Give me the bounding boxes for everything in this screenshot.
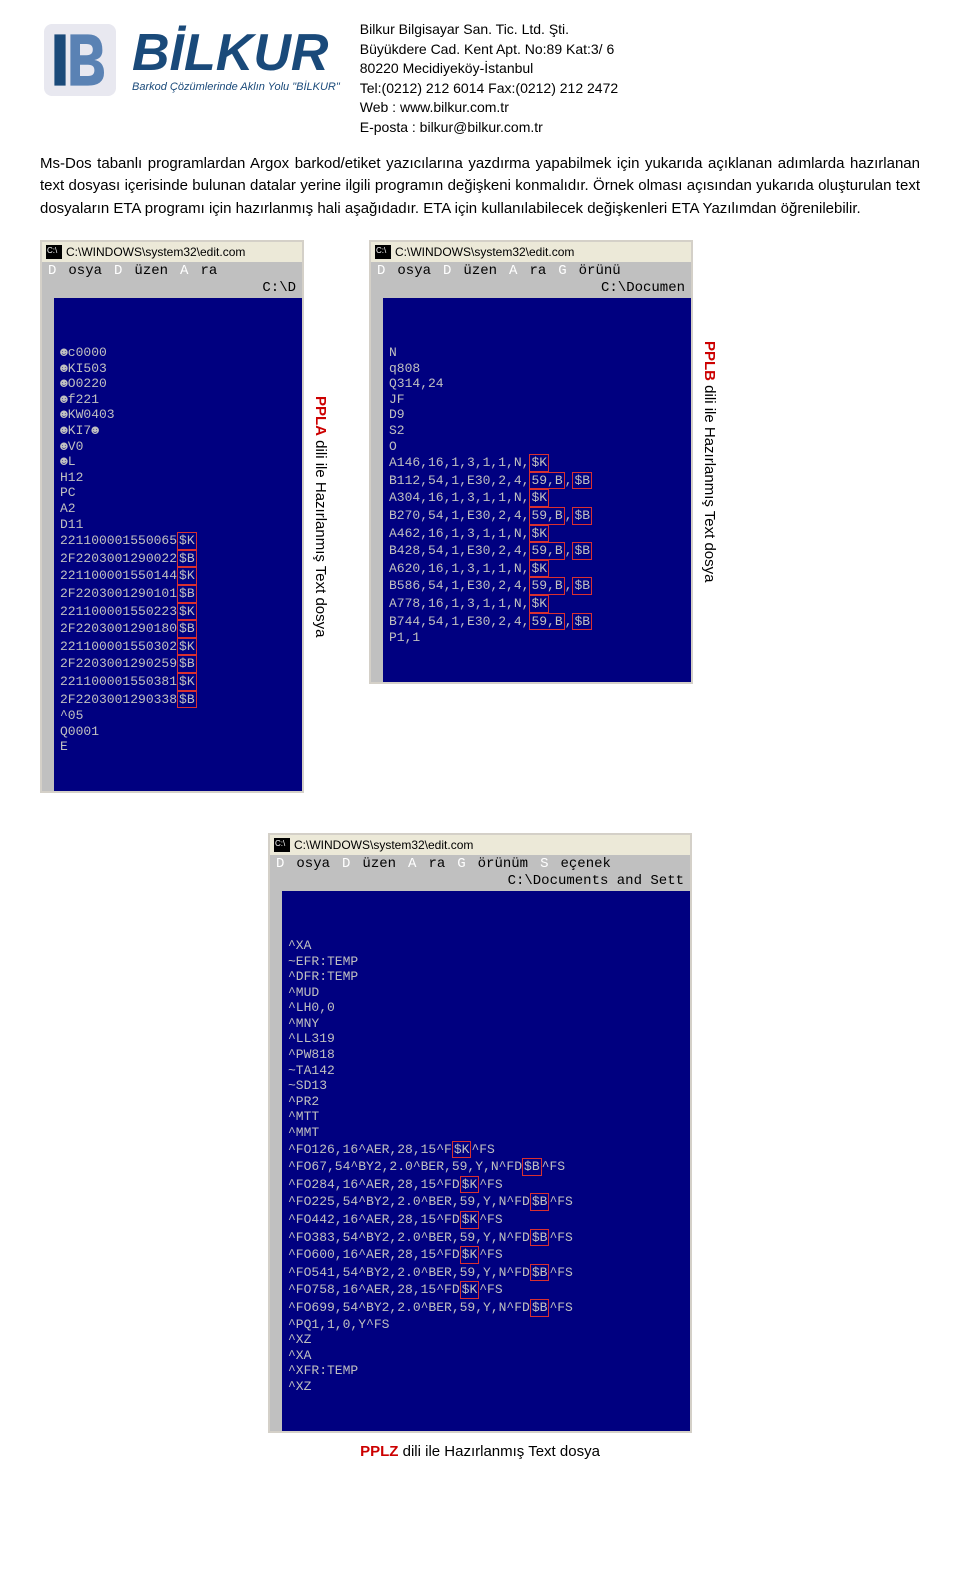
- company-line: Büyükdere Cad. Kent Apt. No:89 Kat:3/ 6: [360, 40, 920, 60]
- logo-text: BİLKUR Barkod Çözümlerinde Aklın Yolu "B…: [132, 27, 340, 93]
- pplz-editor: C:\WINDOWS\system32\edit.com DosyaDüzenA…: [268, 833, 692, 1433]
- pplb-editor: C:\WINDOWS\system32\edit.com DosyaDüzenA…: [369, 240, 693, 684]
- brand-name: BİLKUR: [132, 27, 340, 79]
- main-paragraph: Ms-Dos tabanlı programlardan Argox barko…: [40, 153, 920, 221]
- ppla-editor: C:\WINDOWS\system32\edit.com DosyaDüzenA…: [40, 240, 304, 793]
- editor-body: ^XA ~EFR:TEMP ^DFR:TEMP ^MUD ^LH0,0 ^MNY…: [270, 891, 690, 1431]
- pplz-section: C:\WINDOWS\system32\edit.com DosyaDüzenA…: [40, 833, 920, 1460]
- cmd-icon: [375, 245, 391, 259]
- company-info: Bilkur Bilgisayar San. Tic. Ltd. Şti. Bü…: [360, 20, 920, 138]
- ppla-label: PPLA dili ile Hazırlanmış Text dosya: [312, 396, 329, 637]
- company-line: Tel:(0212) 212 6014 Fax:(0212) 212 2472: [360, 79, 920, 99]
- pplb-group: C:\WINDOWS\system32\edit.com DosyaDüzenA…: [369, 240, 718, 684]
- titlebar: C:\WINDOWS\system32\edit.com: [371, 242, 691, 262]
- bilkur-logo-icon: [40, 20, 120, 100]
- brand-tagline: Barkod Çözümlerinde Aklın Yolu "BİLKUR": [132, 81, 340, 93]
- editor-body: ☻c0000 ☻KI503 ☻O0220 ☻f221 ☻KW0403 ☻KI7☻…: [42, 298, 302, 791]
- cmd-icon: [274, 838, 290, 852]
- pplb-label: PPLB dili ile Hazırlanmış Text dosya: [701, 341, 718, 582]
- pathbar: C:\Documen: [371, 280, 691, 298]
- middle-row: C:\WINDOWS\system32\edit.com DosyaDüzenA…: [40, 240, 920, 793]
- menubar: DosyaDüzenAraGörünü: [371, 262, 691, 280]
- pplz-label: PPLZ dili ile Hazırlanmış Text dosya: [360, 1443, 600, 1460]
- company-line: E-posta : bilkur@bilkur.com.tr: [360, 118, 920, 138]
- logo: BİLKUR Barkod Çözümlerinde Aklın Yolu "B…: [40, 20, 340, 100]
- menubar: DosyaDüzenAraGörünümSeçenek: [270, 855, 690, 873]
- ppla-group: C:\WINDOWS\system32\edit.com DosyaDüzenA…: [40, 240, 329, 793]
- window-title: C:\WINDOWS\system32\edit.com: [395, 245, 574, 259]
- menubar: DosyaDüzenAra: [42, 262, 302, 280]
- titlebar: C:\WINDOWS\system32\edit.com: [42, 242, 302, 262]
- pathbar: C:\Documents and Sett: [270, 873, 690, 891]
- editor-body: N q808 Q314,24 JF D9 S2 O A146,16,1,3,1,…: [371, 298, 691, 682]
- pathbar: C:\D: [42, 280, 302, 298]
- window-title: C:\WINDOWS\system32\edit.com: [66, 245, 245, 259]
- company-line: 80220 Mecidiyeköy-İstanbul: [360, 59, 920, 79]
- window-title: C:\WINDOWS\system32\edit.com: [294, 838, 473, 852]
- document-page: BİLKUR Barkod Çözümlerinde Aklın Yolu "B…: [0, 0, 960, 1480]
- header: BİLKUR Barkod Çözümlerinde Aklın Yolu "B…: [40, 20, 920, 138]
- company-line: Bilkur Bilgisayar San. Tic. Ltd. Şti.: [360, 20, 920, 40]
- cmd-icon: [46, 245, 62, 259]
- titlebar: C:\WINDOWS\system32\edit.com: [270, 835, 690, 855]
- company-line: Web : www.bilkur.com.tr: [360, 98, 920, 118]
